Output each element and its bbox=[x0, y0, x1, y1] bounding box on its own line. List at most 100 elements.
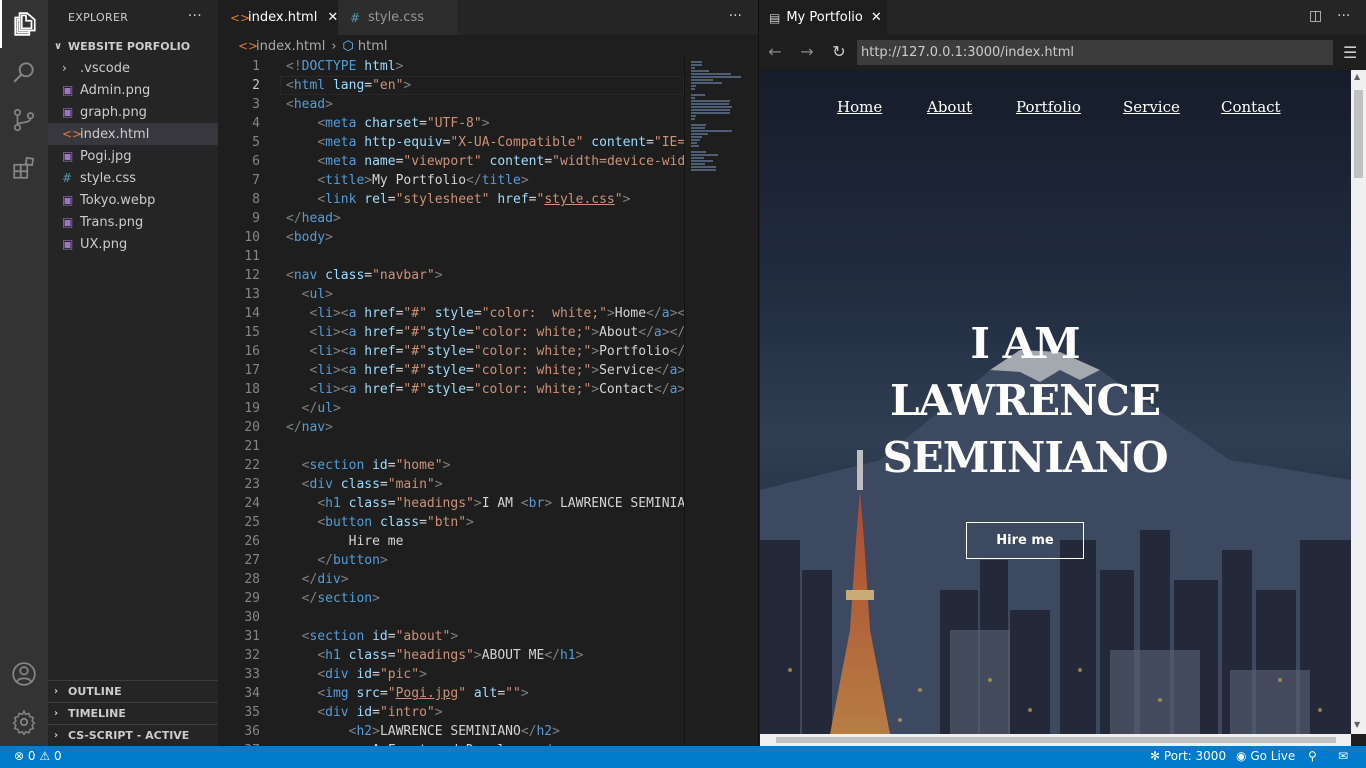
hire-me-button[interactable]: Hire me bbox=[966, 522, 1084, 559]
code-line[interactable]: 12 <nav class="navbar"> bbox=[218, 266, 684, 285]
feedback-icon[interactable]: ⚲ bbox=[1308, 749, 1317, 763]
breadcrumb-element[interactable]: html bbox=[358, 39, 388, 54]
code-line[interactable]: 17 <li><a href="#"style="color: white;">… bbox=[218, 361, 684, 380]
code-line[interactable]: 23 <div class="main"> bbox=[218, 475, 684, 494]
cs-script-section[interactable]: › CS-SCRIPT - ACTIVE bbox=[48, 724, 218, 746]
editor-scrollbar[interactable] bbox=[744, 57, 758, 746]
files-icon[interactable] bbox=[0, 0, 48, 48]
code-line[interactable]: 19 </ul> bbox=[218, 399, 684, 418]
code-line[interactable]: 36 <h2>LAWRENCE SEMINIANO</h2> bbox=[218, 722, 684, 741]
more-actions-icon[interactable]: ··· bbox=[729, 8, 742, 24]
scroll-down-icon[interactable]: ▼ bbox=[1354, 720, 1360, 729]
split-editor-icon[interactable]: ◫ bbox=[1309, 8, 1322, 24]
scrollbar-thumb[interactable] bbox=[1354, 90, 1363, 178]
file-item[interactable]: ▣ UX.png bbox=[48, 233, 218, 255]
port-indicator[interactable]: ✻ Port: 3000 bbox=[1150, 749, 1226, 763]
code-line[interactable]: 33 <div id="pic"> bbox=[218, 665, 684, 684]
extensions-icon[interactable] bbox=[0, 144, 48, 192]
code-line[interactable]: 28 </div> bbox=[218, 570, 684, 589]
code-line[interactable]: 8 <link rel="stylesheet" href="style.css… bbox=[218, 190, 684, 209]
code-line[interactable]: 5 <meta http-equiv="X-UA-Compatible" con… bbox=[218, 133, 684, 152]
line-number: 20 bbox=[244, 420, 260, 435]
outline-section[interactable]: › OUTLINE bbox=[48, 680, 218, 702]
timeline-section[interactable]: › TIMELINE bbox=[48, 702, 218, 724]
code-line[interactable]: 6 <meta name="viewport" content="width=d… bbox=[218, 152, 684, 171]
file-item[interactable]: # style.css bbox=[48, 167, 218, 189]
forward-arrow-icon[interactable]: → bbox=[797, 42, 817, 62]
more-actions-icon[interactable]: ··· bbox=[1337, 8, 1350, 24]
code-line[interactable]: 14 <li><a href="#" style="color: white;"… bbox=[218, 304, 684, 323]
page-horizontal-scrollbar[interactable] bbox=[760, 734, 1351, 746]
nav-link-contact[interactable]: Contact bbox=[1221, 98, 1281, 116]
scroll-up-icon[interactable]: ▲ bbox=[1354, 72, 1360, 81]
chevron-right-icon: › bbox=[54, 730, 59, 741]
code-line[interactable]: 4 <meta charset="UTF-8"> bbox=[218, 114, 684, 133]
source-control-icon[interactable] bbox=[0, 96, 48, 144]
code-line[interactable]: 26 Hire me bbox=[218, 532, 684, 551]
code-line[interactable]: 35 <div id="intro"> bbox=[218, 703, 684, 722]
code-line[interactable]: 2 <html lang="en"> bbox=[218, 76, 684, 95]
file-item[interactable]: ▣ Admin.png bbox=[48, 79, 218, 101]
code-line[interactable]: 13 <ul> bbox=[218, 285, 684, 304]
code-line[interactable]: 32 <h1 class="headings">ABOUT ME</h1> bbox=[218, 646, 684, 665]
code-line[interactable]: 20 </nav> bbox=[218, 418, 684, 437]
notifications-bell-icon[interactable]: ✉ bbox=[1338, 749, 1348, 763]
code-line[interactable]: 3 <head> bbox=[218, 95, 684, 114]
page-scrollbar[interactable]: ▲ ▼ bbox=[1351, 70, 1366, 734]
code-area[interactable]: 1 <!DOCTYPE html> 2 <html lang="en"> 3 <head>… bbox=[218, 57, 758, 758]
line-number: 19 bbox=[244, 401, 260, 416]
breadcrumb-file[interactable]: index.html bbox=[256, 39, 325, 54]
line-text: <li><a href="#"style="color: white;">Con… bbox=[309, 382, 684, 397]
menu-icon[interactable]: ☰ bbox=[1343, 43, 1357, 62]
file-item[interactable]: ▣ Tokyo.webp bbox=[48, 189, 218, 211]
project-folder[interactable]: ∨ WEBSITE PORFOLIO bbox=[48, 35, 218, 57]
scrollbar-thumb[interactable] bbox=[776, 737, 1336, 743]
file-item[interactable]: › .vscode bbox=[48, 57, 218, 79]
tab-index-html[interactable]: <> index.html ✕ bbox=[218, 0, 338, 35]
reload-icon[interactable]: ↻ bbox=[829, 42, 849, 62]
file-item[interactable]: ▣ Pogi.jpg bbox=[48, 145, 218, 167]
code-line[interactable]: 29 </section> bbox=[218, 589, 684, 608]
url-input[interactable]: http://127.0.0.1:3000/index.html bbox=[857, 40, 1333, 65]
code-line[interactable]: 34 <img src="Pogi.jpg" alt=""> bbox=[218, 684, 684, 703]
account-icon[interactable] bbox=[0, 650, 48, 698]
code-line[interactable]: 22 <section id="home"> bbox=[218, 456, 684, 475]
tab-style-css[interactable]: # style.css bbox=[338, 0, 457, 35]
nav-link-about[interactable]: About bbox=[927, 98, 972, 116]
file-item[interactable]: ▣ graph.png bbox=[48, 101, 218, 123]
more-actions-icon[interactable]: ··· bbox=[188, 8, 202, 24]
code-line[interactable]: 16 <li><a href="#"style="color: white;">… bbox=[218, 342, 684, 361]
tab-my-portfolio[interactable]: ▤ My Portfolio ✕ bbox=[759, 0, 887, 35]
nav-link-portfolio[interactable]: Portfolio bbox=[1016, 98, 1081, 116]
minimap[interactable] bbox=[684, 57, 744, 746]
line-number: 31 bbox=[244, 629, 260, 644]
nav-link-service[interactable]: Service bbox=[1123, 98, 1180, 116]
file-item[interactable]: <> index.html bbox=[48, 123, 218, 145]
code-line[interactable]: 7 <title>My Portfolio</title> bbox=[218, 171, 684, 190]
nav-link-home[interactable]: Home bbox=[837, 98, 882, 116]
back-arrow-icon[interactable]: ← bbox=[765, 42, 785, 62]
close-icon[interactable]: ✕ bbox=[871, 10, 882, 25]
line-number: 2 bbox=[252, 78, 260, 93]
code-line[interactable]: 11 bbox=[218, 247, 684, 266]
code-line[interactable]: 30 bbox=[218, 608, 684, 627]
code-line[interactable]: 24 <h1 class="headings">I AM <br> LAWREN… bbox=[218, 494, 684, 513]
status-bar: ⊗ 0 ⚠ 0 ✻ Port: 3000 ◉ Go Live ⚲ ✉ bbox=[0, 746, 1366, 768]
code-line[interactable]: 18 <li><a href="#"style="color: white;">… bbox=[218, 380, 684, 399]
go-live-button[interactable]: ◉ Go Live bbox=[1236, 749, 1295, 763]
code-line[interactable]: 10 <body> bbox=[218, 228, 684, 247]
code-line[interactable]: 21 bbox=[218, 437, 684, 456]
html-file-icon: <> bbox=[230, 10, 251, 25]
problems-indicator[interactable]: ⊗ 0 ⚠ 0 bbox=[14, 749, 62, 763]
code-line[interactable]: 9 </head> bbox=[218, 209, 684, 228]
search-icon[interactable] bbox=[0, 48, 48, 96]
code-line[interactable]: 15 <li><a href="#"style="color: white;">… bbox=[218, 323, 684, 342]
close-icon[interactable]: ✕ bbox=[327, 10, 338, 25]
code-line[interactable]: 31 <section id="about"> bbox=[218, 627, 684, 646]
code-line[interactable]: 1 <!DOCTYPE html> bbox=[218, 57, 684, 76]
code-line[interactable]: 27 </button> bbox=[218, 551, 684, 570]
code-line[interactable]: 25 <button class="btn"> bbox=[218, 513, 684, 532]
line-number: 23 bbox=[244, 477, 260, 492]
settings-gear-icon[interactable] bbox=[0, 698, 48, 746]
file-item[interactable]: ▣ Trans.png bbox=[48, 211, 218, 233]
